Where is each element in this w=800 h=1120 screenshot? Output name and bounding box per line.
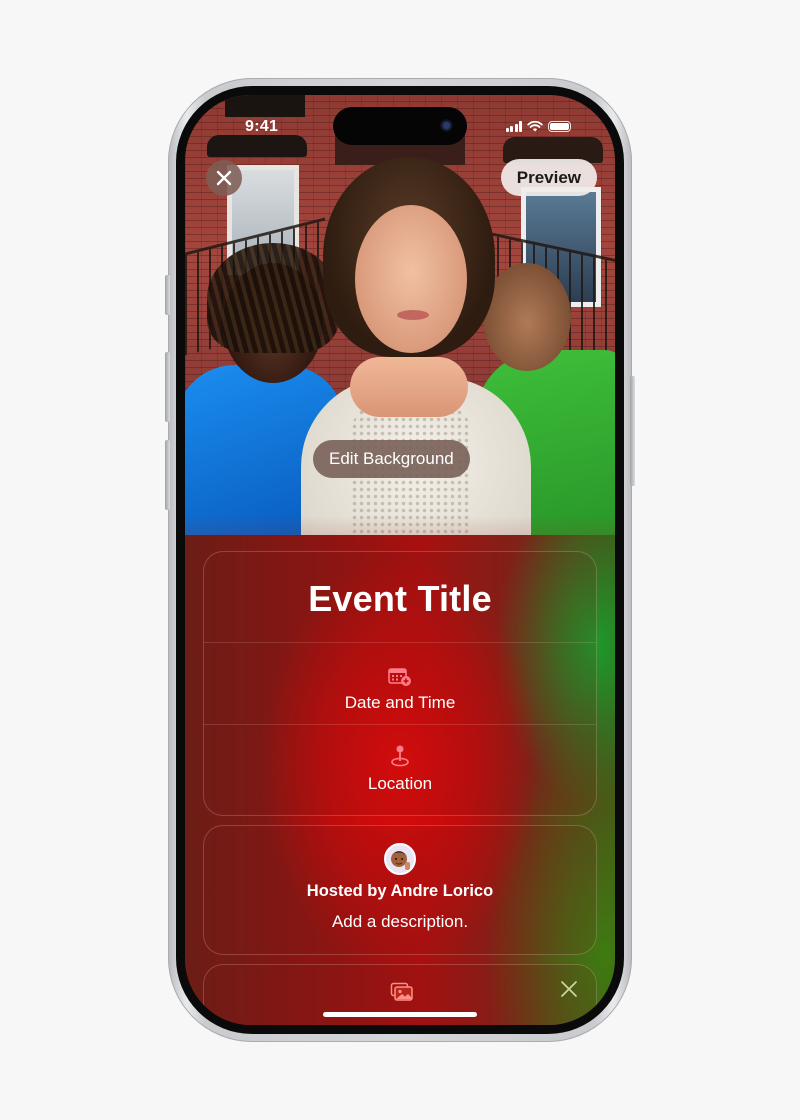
window-cornice [207,135,307,157]
window-cornice [225,95,305,117]
divider [204,642,596,643]
cellular-signal-icon [505,121,522,132]
location-pin-icon [391,745,409,767]
person-left-hair [207,243,339,353]
person-center-hands [350,357,468,417]
status-time: 9:41 [245,118,279,135]
location-field[interactable]: Location [204,744,596,794]
side-button [630,376,635,486]
dismiss-album-button[interactable] [560,980,578,998]
action-button [165,275,170,315]
memoji-avatar-icon [384,843,416,875]
dynamic-island [333,107,467,145]
screen: 9:41 Preview Edit Background Event Title [185,95,615,1025]
battery-icon [548,121,571,132]
volume-down-button [165,440,170,510]
edit-background-button[interactable]: Edit Background [313,440,470,478]
event-details-card: Event Title Date and Time Location [203,551,597,816]
front-camera [440,119,453,132]
close-icon [216,170,232,186]
host-content: Hosted by Andre Lorico Add a description… [204,843,596,932]
preview-button[interactable]: Preview [500,159,597,196]
event-title-field[interactable]: Event Title [204,578,596,620]
date-time-label: Date and Time [344,693,456,712]
host-card: Hosted by Andre Lorico Add a description… [203,825,597,955]
date-time-field[interactable]: Date and Time [204,667,596,713]
close-button[interactable] [206,160,242,196]
host-label: Hosted by Andre Lorico [306,882,494,900]
description-field[interactable]: Add a description. [204,912,596,932]
location-label: Location [367,774,433,793]
home-indicator[interactable] [323,1012,477,1017]
photo-album-icon [390,982,413,1001]
person-center-lips [397,310,429,320]
wifi-icon [527,121,543,132]
status-icons [505,121,571,132]
person-right-face [483,263,571,371]
divider [204,724,596,725]
volume-up-button [165,352,170,422]
calendar-add-icon [388,668,411,686]
person-center-face [355,205,467,353]
